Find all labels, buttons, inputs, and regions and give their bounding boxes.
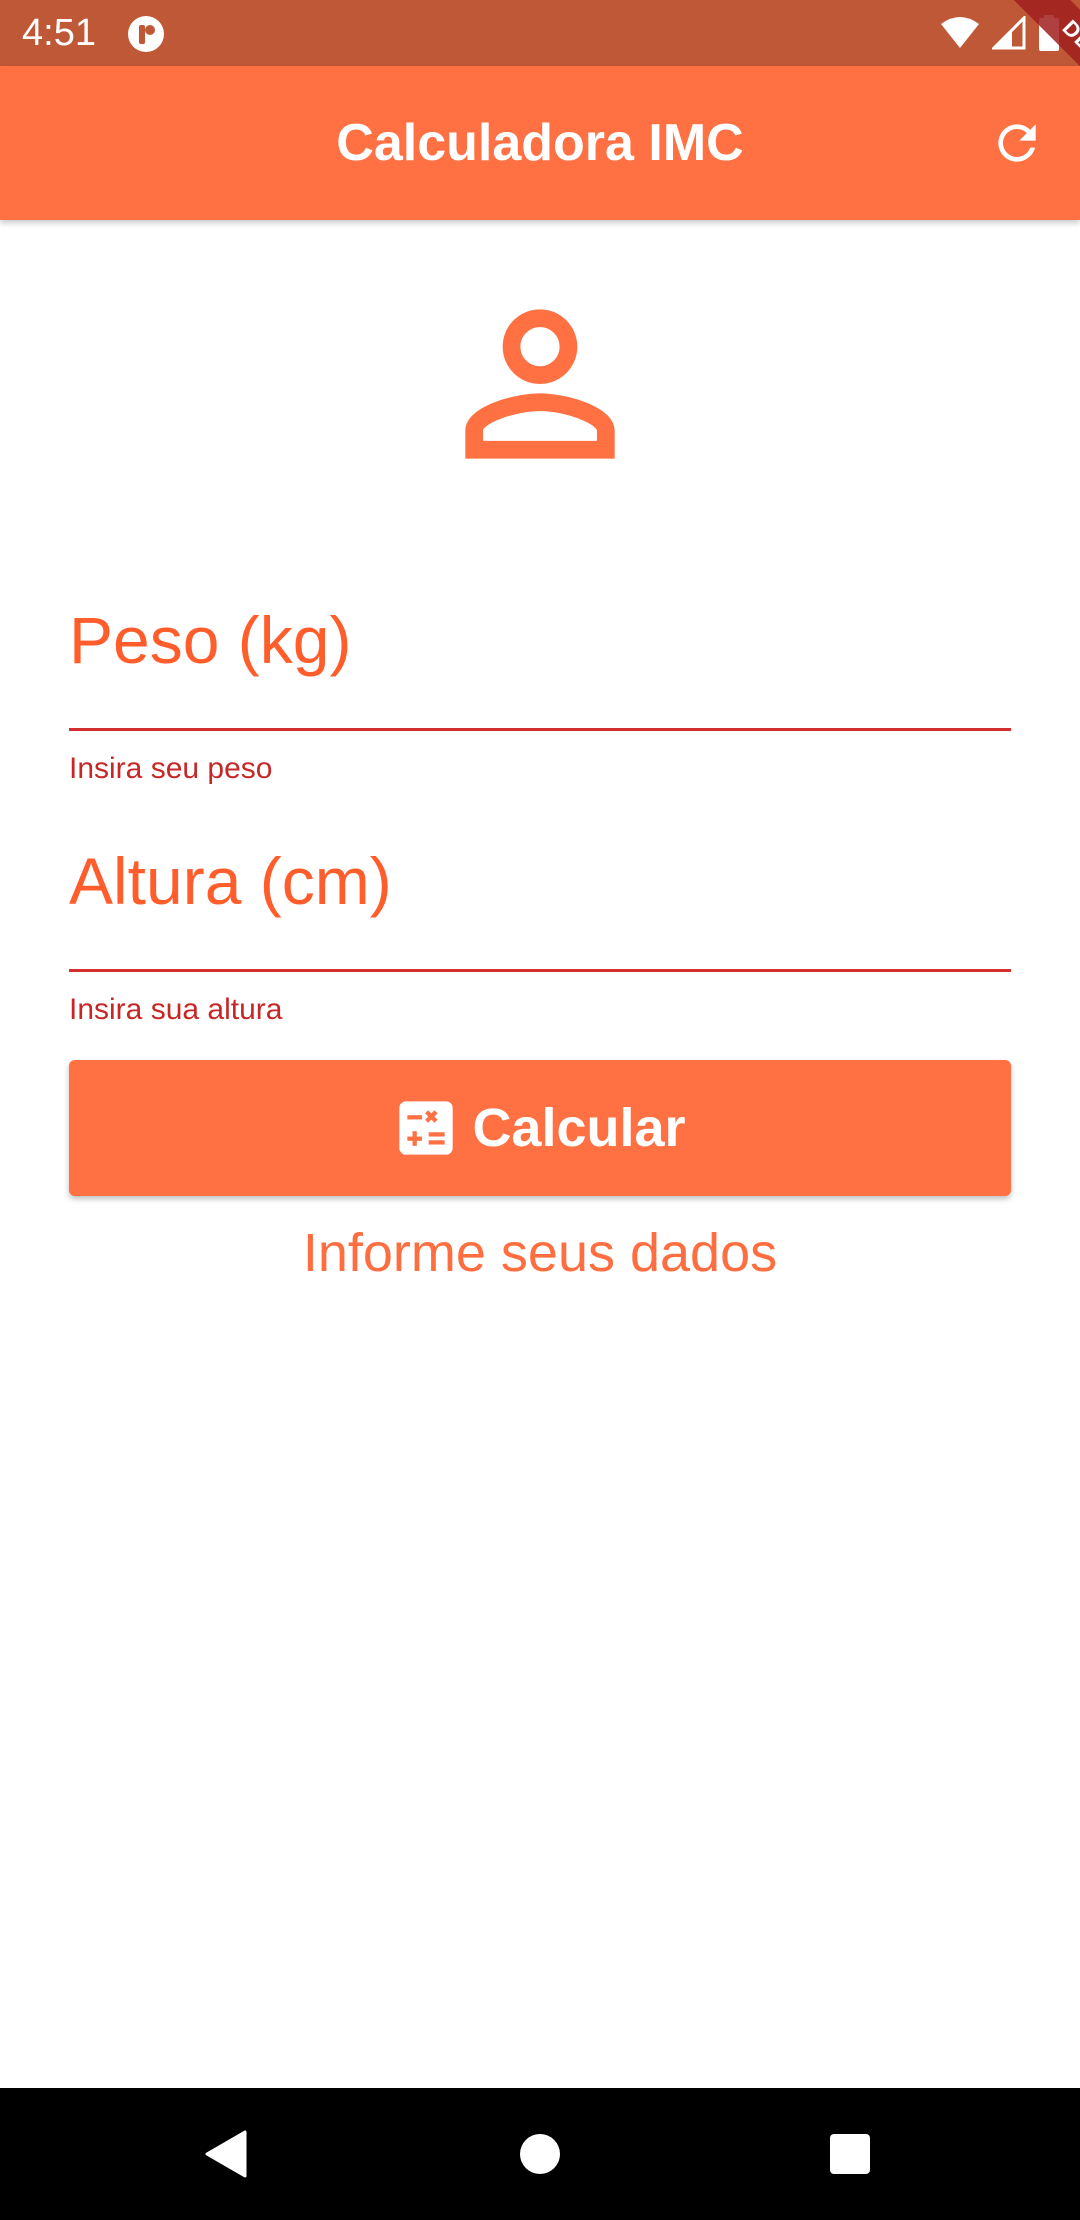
height-field[interactable]: Altura (cm) Insira sua altura (69, 841, 1015, 1031)
person-outline-icon (465, 309, 615, 459)
back-button[interactable] (160, 2088, 292, 2220)
height-helper: Insira sua altura (69, 993, 283, 1026)
signal-icon (992, 16, 1026, 50)
weight-underline (69, 728, 1011, 731)
home-icon (520, 2134, 560, 2174)
wifi-icon (941, 17, 979, 48)
status-bar: 4:51 (0, 0, 1080, 66)
battery-icon (1039, 15, 1059, 51)
nav-bar (0, 2088, 1080, 2220)
back-icon (205, 2130, 247, 2178)
result-text: Informe seus dados (302, 1223, 778, 1283)
status-icons (940, 12, 1060, 54)
status-time: 4:51 (22, 12, 96, 54)
app-title: Calculadora IMC (336, 114, 744, 172)
weight-field[interactable]: Peso (kg) Insira seu peso (69, 600, 1015, 790)
height-underline (69, 969, 1011, 972)
recents-button[interactable] (784, 2088, 916, 2220)
calculate-button[interactable]: Calcular (69, 1060, 1011, 1196)
height-input[interactable] (69, 841, 1015, 963)
calculate-label: Calcular (472, 1098, 686, 1158)
home-button[interactable] (474, 2088, 606, 2220)
recents-icon (830, 2134, 870, 2174)
app-notification-icon (128, 16, 164, 52)
weight-helper: Insira seu peso (69, 752, 273, 785)
refresh-icon (998, 124, 1036, 162)
app-bar: Calculadora IMC (0, 66, 1080, 220)
refresh-button[interactable] (986, 112, 1048, 174)
weight-input[interactable] (69, 600, 1015, 722)
calculator-icon (399, 1101, 454, 1155)
screen: 4:51 Calculadora IMC DEBUG Peso (kg) Ins… (0, 0, 1080, 2220)
